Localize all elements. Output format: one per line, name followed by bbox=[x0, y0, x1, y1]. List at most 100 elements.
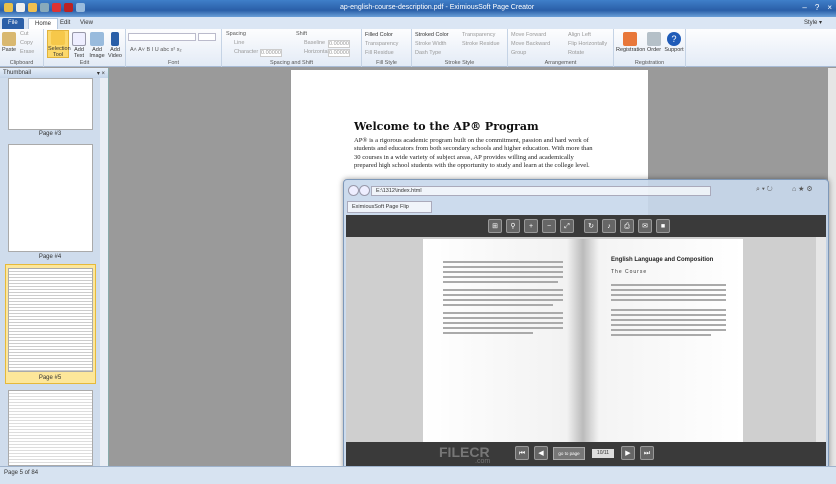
tab-view[interactable]: View bbox=[74, 18, 99, 29]
add-video-button[interactable]: Add Video bbox=[107, 32, 123, 59]
go-to-page-button[interactable]: go to page bbox=[553, 447, 585, 460]
tab-edit[interactable]: Edit bbox=[54, 18, 76, 29]
right-page-heading: English Language and Composition bbox=[611, 257, 714, 263]
new-icon[interactable] bbox=[16, 3, 25, 12]
rotate-button[interactable]: Rotate bbox=[568, 50, 584, 56]
page-thumbnail-label: Page #4 bbox=[38, 254, 62, 260]
fullscreen-icon[interactable]: ⤢ bbox=[560, 219, 574, 233]
cut-button[interactable]: Cut bbox=[20, 31, 29, 37]
home-favorites-settings-icons[interactable]: ⌂ ★ ⚙ bbox=[792, 185, 813, 193]
thumbnail-title: Thumbnail bbox=[3, 70, 32, 76]
stop-icon[interactable]: ■ bbox=[656, 219, 670, 233]
watermark-sub: .com bbox=[475, 458, 491, 465]
flash-icon[interactable] bbox=[64, 3, 73, 12]
title-bar: ap-english-course-description.pdf - Exim… bbox=[0, 0, 836, 17]
filled-color-button[interactable]: Filled Color bbox=[365, 32, 393, 38]
dash-type-button[interactable]: Dash Type bbox=[415, 50, 441, 56]
style-menu[interactable]: Style ▾ bbox=[804, 19, 822, 26]
tab-file[interactable]: File bbox=[2, 18, 24, 29]
flipbook-navigation-bar: FILECR .com ⏮ ◀ go to page 10/11 ▶ ⏭ bbox=[346, 442, 826, 466]
viewer-scrollbar[interactable] bbox=[816, 237, 826, 442]
open-icon[interactable] bbox=[28, 3, 37, 12]
help-button[interactable]: ? bbox=[815, 3, 819, 12]
stroke-width-button[interactable]: Stroke Width bbox=[415, 41, 446, 47]
browser-tab[interactable]: EximiousSoft Page Flip bbox=[347, 201, 432, 213]
add-image-button[interactable]: Add Image bbox=[89, 32, 105, 59]
zoom-out-icon[interactable]: − bbox=[542, 219, 556, 233]
zoom-in-icon[interactable]: + bbox=[524, 219, 538, 233]
close-button[interactable]: × bbox=[827, 3, 832, 12]
paste-button[interactable]: Paste bbox=[2, 32, 16, 53]
group-label: Stroke Style bbox=[444, 60, 475, 66]
font-family-select[interactable] bbox=[128, 33, 196, 41]
stroke-residue-checkbox[interactable]: Stroke Residue bbox=[462, 41, 500, 47]
forward-button[interactable] bbox=[359, 185, 370, 196]
align-left-button[interactable]: Align Left bbox=[568, 32, 591, 38]
font-size-select[interactable] bbox=[198, 33, 216, 41]
undo-icon[interactable] bbox=[76, 3, 85, 12]
help-icon: ? bbox=[667, 32, 681, 46]
page-thumbnail-6[interactable] bbox=[8, 390, 93, 466]
stroke-transparency-button[interactable]: Transparency bbox=[462, 32, 495, 38]
search-refresh-icons[interactable]: ⌕ ▾ ↻ bbox=[756, 186, 773, 194]
flipbook-viewer: English Language and Composition The Cou… bbox=[346, 237, 826, 442]
copy-button[interactable]: Copy bbox=[20, 40, 33, 46]
save-icon[interactable] bbox=[40, 3, 49, 12]
next-page-icon[interactable]: ▶ bbox=[621, 446, 635, 460]
move-backward-button[interactable]: Move Backward bbox=[511, 41, 550, 47]
right-page-subheading: The Course bbox=[611, 269, 648, 275]
page-thumbnail-3[interactable] bbox=[8, 78, 93, 130]
group-button[interactable]: Group bbox=[511, 50, 526, 56]
sound-icon[interactable]: ♪ bbox=[602, 219, 616, 233]
page-status: Page 5 of 84 bbox=[4, 470, 39, 476]
cursor-icon bbox=[51, 31, 65, 45]
group-label: Registration bbox=[634, 60, 665, 66]
line-spacing[interactable]: Line bbox=[234, 40, 244, 46]
baseline-input[interactable]: 0.00000 bbox=[328, 40, 350, 48]
baseline-label: Baseline bbox=[304, 40, 326, 46]
thumbnails-icon[interactable]: ⊞ bbox=[488, 219, 502, 233]
registration-button[interactable]: Registration bbox=[616, 32, 645, 53]
group-label: Arrangement bbox=[544, 60, 577, 66]
page-number-input[interactable]: 10/11 bbox=[592, 449, 614, 458]
horizontal-input[interactable]: 0.00000 bbox=[328, 49, 350, 57]
stroked-color-button[interactable]: Stroked Color bbox=[415, 32, 449, 38]
address-bar[interactable]: E:\1312\index.html bbox=[371, 186, 711, 196]
order-button[interactable]: Order bbox=[646, 32, 662, 53]
page-thumbnail-4[interactable] bbox=[8, 144, 93, 252]
font-group: A˄ A˅ B I U abc x² x₂ Font bbox=[126, 29, 222, 67]
open-book[interactable]: English Language and Composition The Cou… bbox=[423, 239, 743, 442]
character-spacing-input[interactable]: 0.00000 bbox=[260, 49, 282, 57]
pdf-icon[interactable] bbox=[52, 3, 61, 12]
fill-residue-checkbox[interactable]: Fill Residue bbox=[365, 50, 394, 56]
add-text-button[interactable]: Add Text bbox=[71, 32, 87, 59]
add-video-label: Add Video bbox=[108, 47, 122, 59]
search-icon[interactable]: ⚲ bbox=[506, 219, 520, 233]
back-button[interactable] bbox=[348, 185, 359, 196]
previous-page-icon[interactable]: ◀ bbox=[534, 446, 548, 460]
font-format-buttons[interactable]: A˄ A˅ B I U abc x² x₂ bbox=[130, 47, 182, 53]
flipbook-toolbar: ⊞ ⚲ + − ⤢ ↻ ♪ ⎙ ✉ ■ bbox=[346, 215, 826, 237]
vertical-scrollbar[interactable] bbox=[828, 68, 836, 466]
print-icon[interactable]: ⎙ bbox=[620, 219, 634, 233]
panel-pin-close-icon[interactable]: ▾ × bbox=[97, 70, 105, 77]
add-text-label: Add Text bbox=[73, 47, 85, 59]
erase-button[interactable]: Erase bbox=[20, 49, 34, 55]
fill-transparency-button[interactable]: Transparency bbox=[365, 41, 398, 47]
selection-tool-button[interactable]: Selection Tool bbox=[47, 30, 71, 58]
move-forward-button[interactable]: Move Forward bbox=[511, 32, 546, 38]
thumbnail-scrollbar[interactable] bbox=[100, 78, 108, 466]
clipboard-group: Paste Cut Copy Erase Clipboard bbox=[0, 29, 44, 67]
registration-group: Registration Order ? Support Registration bbox=[614, 29, 686, 67]
auto-flip-icon[interactable]: ↻ bbox=[584, 219, 598, 233]
last-page-icon[interactable]: ⏭ bbox=[640, 446, 654, 460]
flip-horizontally-button[interactable]: Flip Horizontally bbox=[568, 41, 607, 47]
shift-label: Shift bbox=[296, 31, 308, 37]
email-icon[interactable]: ✉ bbox=[638, 219, 652, 233]
spacing-label: Spacing bbox=[226, 31, 246, 37]
order-label: Order bbox=[646, 47, 662, 53]
minimize-button[interactable]: – bbox=[802, 3, 806, 12]
page-thumbnail-5[interactable] bbox=[8, 268, 93, 372]
first-page-icon[interactable]: ⏮ bbox=[515, 446, 529, 460]
support-button[interactable]: ? Support bbox=[663, 32, 685, 53]
